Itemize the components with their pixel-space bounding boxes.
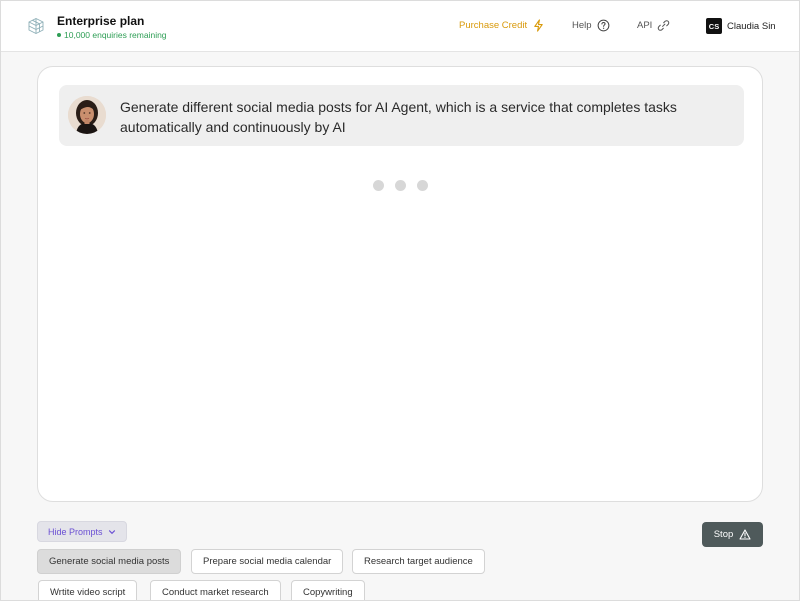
link-icon [658,20,670,31]
top-header: Enterprise plan 10,000 enquiries remaini… [1,1,799,52]
purchase-credit-label: Purchase Credit [459,20,528,31]
prompt-chip-market-research[interactable]: Conduct market research [150,580,281,600]
user-avatar: CS [706,18,722,34]
warning-triangle-icon [739,529,751,540]
plan-title: Enterprise plan [57,14,145,28]
api-label: API [637,20,653,31]
typing-dot [417,180,428,191]
chevron-down-icon [108,529,115,534]
portrait-image [68,96,106,134]
user-photo-avatar [68,96,106,134]
enquiries-remaining-text: 10,000 enquiries remaining [64,30,167,40]
help-label: Help [572,20,592,31]
user-message: Generate different social media posts fo… [59,85,744,146]
cube-logo-icon[interactable] [27,17,45,35]
purchase-credit-link[interactable]: Purchase Credit [459,19,545,32]
user-message-text: Generate different social media posts fo… [120,99,677,135]
user-name: Claudia Sin [727,20,776,32]
typing-dot [395,180,406,191]
app-window: Enterprise plan 10,000 enquiries remaini… [0,0,800,601]
lightning-icon [534,19,543,32]
user-menu[interactable]: CS Claudia Sin [706,18,776,34]
question-circle-icon [597,19,609,32]
hide-prompts-button[interactable]: Hide Prompts [37,521,127,542]
prompt-chip-social-calendar[interactable]: Prepare social media calendar [191,549,344,574]
chat-panel: Generate different social media posts fo… [37,66,763,502]
api-link[interactable]: API [637,19,670,32]
prompt-chip-social-posts[interactable]: Generate social media posts [37,549,182,574]
typing-dot [373,180,384,191]
enquiries-remaining: 10,000 enquiries remaining [57,30,167,40]
status-dot-icon [57,33,61,37]
prompt-chip-target-audience[interactable]: Research target audience [352,549,485,574]
typing-indicator [373,180,428,191]
stop-label: Stop [713,529,734,540]
hide-prompts-label: Hide Prompts [48,526,103,537]
prompt-chip-copywriting[interactable]: Copywriting [291,580,365,600]
help-link[interactable]: Help [572,19,610,32]
stop-button[interactable]: Stop [702,522,763,547]
prompt-chip-video-script[interactable]: Wrtite video script [38,580,138,600]
